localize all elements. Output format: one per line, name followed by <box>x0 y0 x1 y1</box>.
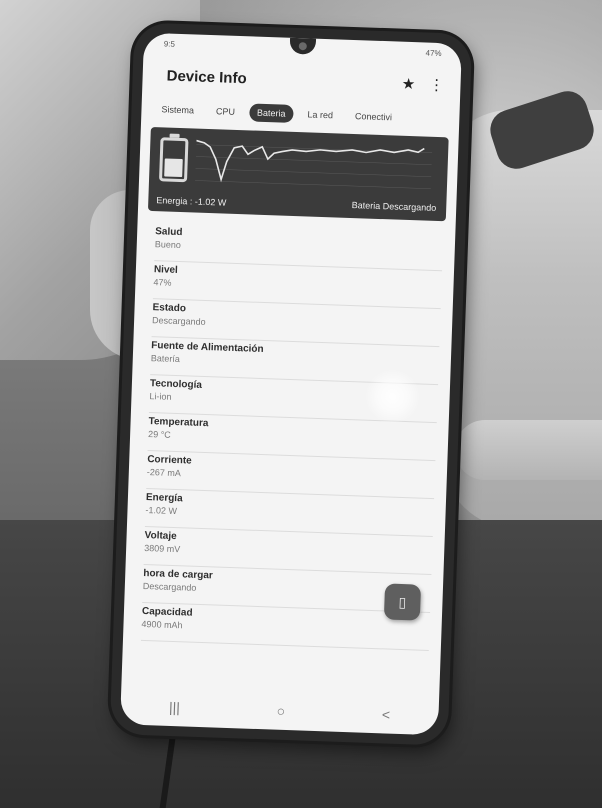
power-graph <box>195 139 433 190</box>
background-finger <box>455 420 602 480</box>
graph-gridline <box>195 168 432 178</box>
graph-energy-text: Energia : -1.02 W <box>156 195 227 208</box>
battery-icon: ▯ <box>398 593 407 610</box>
battery-level-fill <box>164 158 183 178</box>
status-time: 9:5 <box>163 39 176 49</box>
phone-screen: 9:5 47% Device Info ★ ⋮ Sistema CPU Bate… <box>120 32 462 736</box>
tab-conectividad[interactable]: Conectivi <box>347 107 401 127</box>
graph-gridline <box>195 180 431 190</box>
battery-level-icon <box>158 137 189 183</box>
home-button[interactable]: ○ <box>276 703 285 719</box>
tab-cpu[interactable]: CPU <box>208 102 244 121</box>
tab-bateria[interactable]: Bateria <box>248 103 294 123</box>
back-button[interactable]: < <box>382 706 391 722</box>
battery-fab-button[interactable]: ▯ <box>383 583 422 621</box>
tab-sistema[interactable]: Sistema <box>153 100 202 120</box>
graph-status-text: Bateria Descargando <box>351 200 437 213</box>
photo-scene: 9:5 47% Device Info ★ ⋮ Sistema CPU Bate… <box>0 0 602 808</box>
graph-gridline <box>195 156 432 166</box>
status-battery: 47% <box>425 48 442 59</box>
navigation-bar: ||| ○ < <box>120 686 439 735</box>
phone: 9:5 47% Device Info ★ ⋮ Sistema CPU Bate… <box>109 22 473 746</box>
app-title: Device Info <box>166 66 247 87</box>
battery-graph-card: Energia : -1.02 W Bateria Descargando <box>147 126 449 222</box>
tab-la-red[interactable]: La red <box>299 105 341 124</box>
more-vert-icon[interactable]: ⋮ <box>426 75 447 96</box>
star-icon[interactable]: ★ <box>398 74 419 95</box>
recent-apps-button[interactable]: ||| <box>169 699 180 715</box>
